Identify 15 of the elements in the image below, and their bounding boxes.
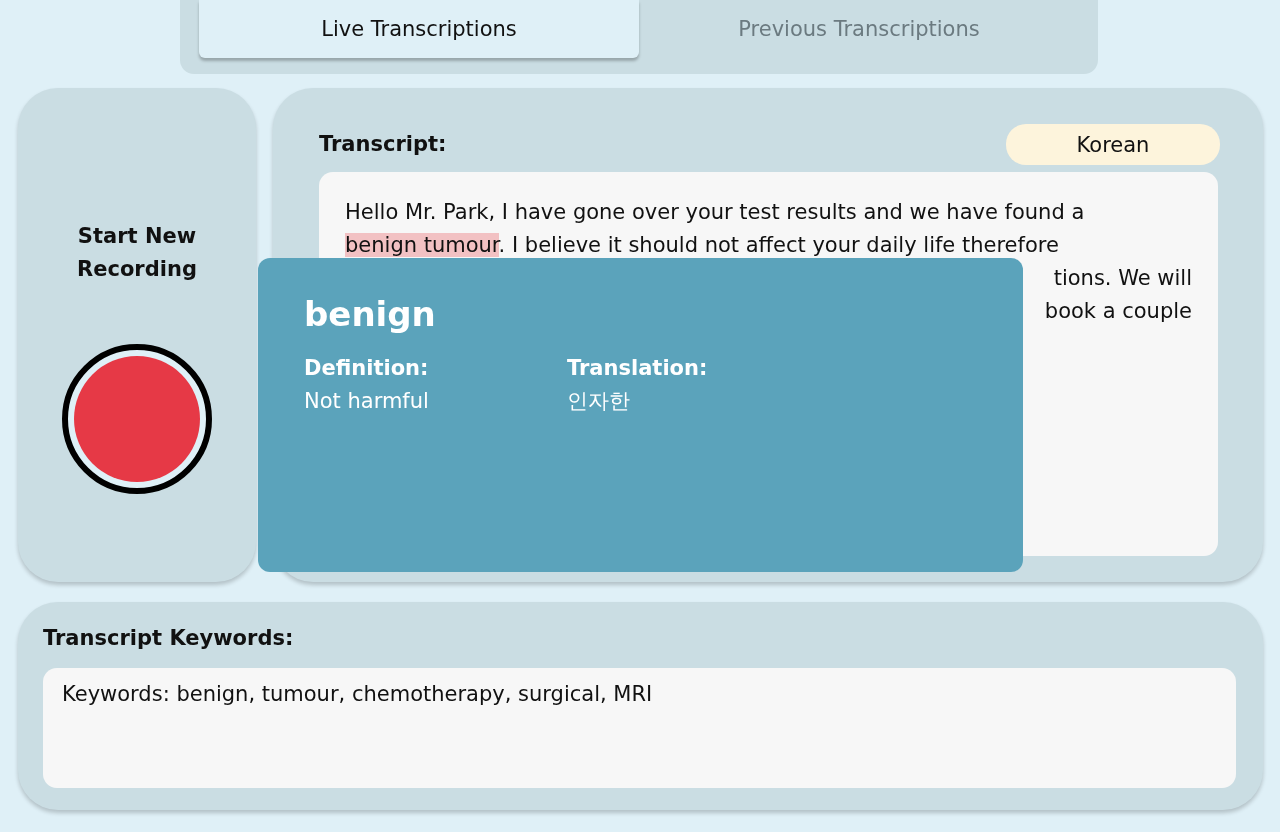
transcript-text: Hello Mr. Park, I have gone over your test results and we have found a — [345, 200, 1085, 224]
keywords-heading: Transcript Keywords: — [43, 626, 295, 652]
popup-term: benign — [304, 294, 437, 334]
transcript-heading: Transcript: — [319, 132, 447, 156]
highlighted-term[interactable]: benign tumour — [345, 233, 499, 257]
transcript-text: book a couple — [1044, 299, 1192, 323]
keywords-text: Keywords: benign, tumour, chemotherapy, surgical, MRI — [62, 682, 653, 706]
definition-label: Definition: — [304, 355, 430, 382]
definition-text: Not harmful — [304, 388, 430, 415]
tab[interactable]: Live Transcriptions — [199, 0, 639, 58]
language-badge: Korean — [1006, 124, 1220, 165]
transcript-text: tions. We will — [1053, 266, 1192, 290]
translation-label: Translation: — [567, 355, 709, 382]
recorder-label: Start New Recording — [76, 223, 198, 283]
translation-text: 인자한 — [567, 388, 631, 415]
